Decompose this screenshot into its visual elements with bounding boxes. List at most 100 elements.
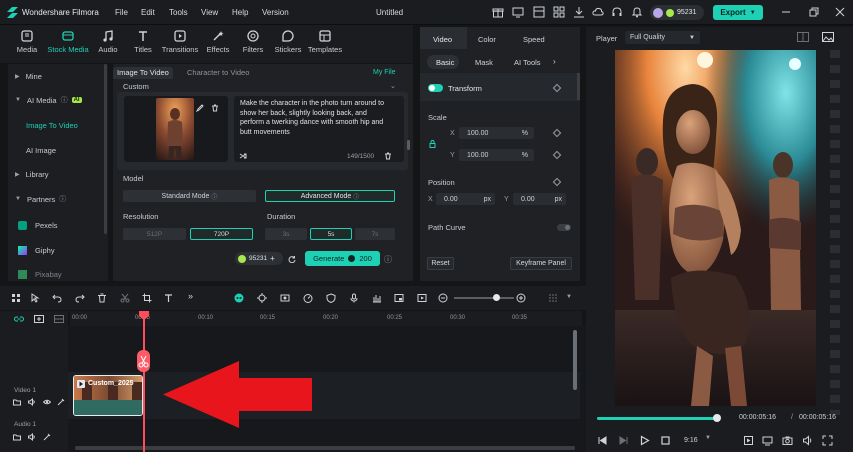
lock-track-icon[interactable] bbox=[57, 398, 65, 406]
delete-trash-icon[interactable] bbox=[211, 104, 219, 112]
tab-media[interactable]: Media bbox=[7, 29, 47, 54]
sidebar-item-partners[interactable]: ▼ Partners ⓘ bbox=[8, 188, 108, 210]
add-credits-icon[interactable]: + bbox=[270, 254, 275, 263]
step-back-icon[interactable] bbox=[618, 435, 629, 446]
previous-frame-icon[interactable] bbox=[597, 435, 608, 446]
reset-button[interactable]: Reset bbox=[427, 257, 454, 270]
sidebar-item-ai-image[interactable]: AI Image bbox=[26, 146, 56, 155]
motion-tracking-icon[interactable] bbox=[257, 293, 267, 303]
track-manager-icon[interactable] bbox=[54, 315, 64, 323]
lock-icon[interactable] bbox=[429, 140, 436, 148]
volume-icon[interactable] bbox=[802, 435, 813, 446]
standard-mode-button[interactable]: Standard Mode ⓘ bbox=[123, 190, 256, 202]
more-tools-icon[interactable]: » bbox=[188, 291, 193, 301]
chevron-right-icon[interactable]: › bbox=[553, 57, 556, 66]
my-file-link[interactable]: My File bbox=[373, 69, 396, 76]
tab-image-to-video[interactable]: Image To Video bbox=[113, 67, 173, 79]
tab-filters[interactable]: Filters bbox=[233, 29, 273, 54]
tab-titles[interactable]: Titles bbox=[123, 29, 163, 54]
apps-grid-icon[interactable] bbox=[553, 6, 565, 18]
scale-y-input[interactable]: 100.00 % bbox=[459, 149, 534, 161]
menu-edit[interactable]: Edit bbox=[141, 8, 155, 17]
tab-effects[interactable]: Effects bbox=[198, 29, 238, 54]
tab-character-to-video[interactable]: Character to Video bbox=[183, 67, 253, 79]
resolution-option-720p[interactable]: 720P bbox=[190, 228, 253, 240]
download-icon[interactable] bbox=[573, 6, 585, 18]
tab-speed[interactable]: Speed bbox=[523, 35, 545, 44]
prompt-scrollbar[interactable] bbox=[407, 140, 410, 150]
video-clip[interactable]: Custom_2025 bbox=[73, 375, 143, 416]
playhead-line[interactable] bbox=[143, 311, 145, 452]
sidebar-item-pexels[interactable]: Pexels bbox=[8, 214, 108, 236]
microphone-icon[interactable] bbox=[349, 293, 359, 303]
link-icon[interactable] bbox=[14, 315, 24, 323]
minimize-icon[interactable] bbox=[780, 6, 792, 18]
playback-scrubber-handle[interactable] bbox=[713, 414, 721, 422]
camera-snapshot-icon[interactable] bbox=[782, 435, 793, 446]
advanced-mode-button[interactable]: Advanced Mode ⓘ bbox=[265, 190, 395, 202]
playhead-marker-icon[interactable] bbox=[139, 311, 149, 320]
folder-icon[interactable] bbox=[13, 398, 21, 406]
image-upload-box[interactable] bbox=[124, 96, 228, 162]
position-y-input[interactable]: 0.00 px bbox=[513, 193, 566, 205]
screen-record-icon[interactable] bbox=[280, 293, 290, 303]
headset-icon[interactable] bbox=[611, 6, 623, 18]
crop-icon[interactable] bbox=[142, 293, 152, 303]
video-track-lane[interactable] bbox=[68, 372, 580, 419]
menu-help[interactable]: Help bbox=[232, 8, 248, 17]
undo-icon[interactable] bbox=[52, 293, 62, 303]
subtab-mask[interactable]: Mask bbox=[475, 58, 493, 67]
transform-toggle[interactable] bbox=[428, 84, 443, 92]
refresh-icon[interactable] bbox=[288, 255, 296, 263]
add-track-icon[interactable] bbox=[34, 315, 44, 323]
layout-icon[interactable] bbox=[533, 6, 545, 18]
generate-button[interactable]: Generate 200 bbox=[305, 251, 380, 266]
timeline-settings-icon[interactable] bbox=[548, 293, 558, 303]
sidebar-item-ai-media[interactable]: ▼ AI Media ⓘ AI bbox=[8, 89, 108, 111]
mute-speaker-icon[interactable] bbox=[28, 433, 36, 441]
timeline-vertical-scrollbar[interactable] bbox=[573, 330, 577, 390]
speed-icon[interactable] bbox=[303, 293, 313, 303]
help-icon[interactable]: ⓘ bbox=[59, 194, 66, 204]
gift-icon[interactable] bbox=[492, 6, 504, 18]
position-x-input[interactable]: 0.00 px bbox=[436, 193, 495, 205]
chevron-down-icon[interactable]: ▼ bbox=[566, 294, 572, 300]
pip-icon[interactable] bbox=[394, 293, 404, 303]
text-icon[interactable] bbox=[164, 293, 174, 303]
close-icon[interactable] bbox=[834, 6, 846, 18]
sidebar-item-image-to-video[interactable]: Image To Video bbox=[26, 121, 78, 130]
duration-option-7s[interactable]: 7s bbox=[355, 228, 395, 240]
quality-select[interactable]: Full Quality ▼ bbox=[625, 31, 700, 44]
tab-color[interactable]: Color bbox=[478, 35, 496, 44]
help-icon[interactable]: ⓘ bbox=[61, 95, 68, 105]
grid-layout-icon[interactable] bbox=[11, 293, 21, 303]
chevron-down-icon[interactable]: ▼ bbox=[705, 435, 711, 441]
menu-version[interactable]: Version bbox=[262, 8, 289, 17]
monitor-icon[interactable] bbox=[512, 6, 524, 18]
eye-icon[interactable] bbox=[43, 398, 51, 406]
compare-view-icon[interactable] bbox=[797, 32, 809, 42]
resolution-option-512p[interactable]: 512P bbox=[123, 228, 186, 240]
keyframe-panel-button[interactable]: Keyframe Panel bbox=[510, 257, 572, 270]
tab-templates[interactable]: Templates bbox=[304, 29, 346, 54]
stop-icon[interactable] bbox=[660, 435, 671, 446]
video-preview[interactable] bbox=[615, 50, 816, 406]
select-arrow-icon[interactable] bbox=[30, 293, 40, 303]
display-icon[interactable] bbox=[762, 435, 773, 446]
sidebar-item-pixabay[interactable]: Pixabay bbox=[8, 263, 108, 285]
subtab-ai-tools[interactable]: AI Tools bbox=[514, 58, 541, 67]
playhead-handle[interactable] bbox=[137, 350, 150, 372]
zoom-slider-handle[interactable] bbox=[493, 294, 500, 301]
chevron-down-icon[interactable]: ⌄ bbox=[390, 82, 396, 90]
path-curve-toggle[interactable] bbox=[557, 224, 571, 231]
duration-option-3s[interactable]: 3s bbox=[265, 228, 307, 240]
props-scrollbar[interactable] bbox=[577, 73, 580, 100]
tab-stock-media[interactable]: Stock Media bbox=[47, 29, 89, 54]
credit-balance-chip[interactable]: 95231 + bbox=[235, 252, 283, 265]
sidebar-scrollbar[interactable] bbox=[104, 64, 107, 234]
menu-tools[interactable]: Tools bbox=[169, 8, 188, 17]
audio-mix-icon[interactable] bbox=[372, 293, 382, 303]
fullscreen-icon[interactable] bbox=[822, 435, 833, 446]
sidebar-item-library[interactable]: ▶ Library bbox=[8, 163, 108, 185]
aspect-ratio[interactable]: 9:16 bbox=[684, 437, 698, 444]
